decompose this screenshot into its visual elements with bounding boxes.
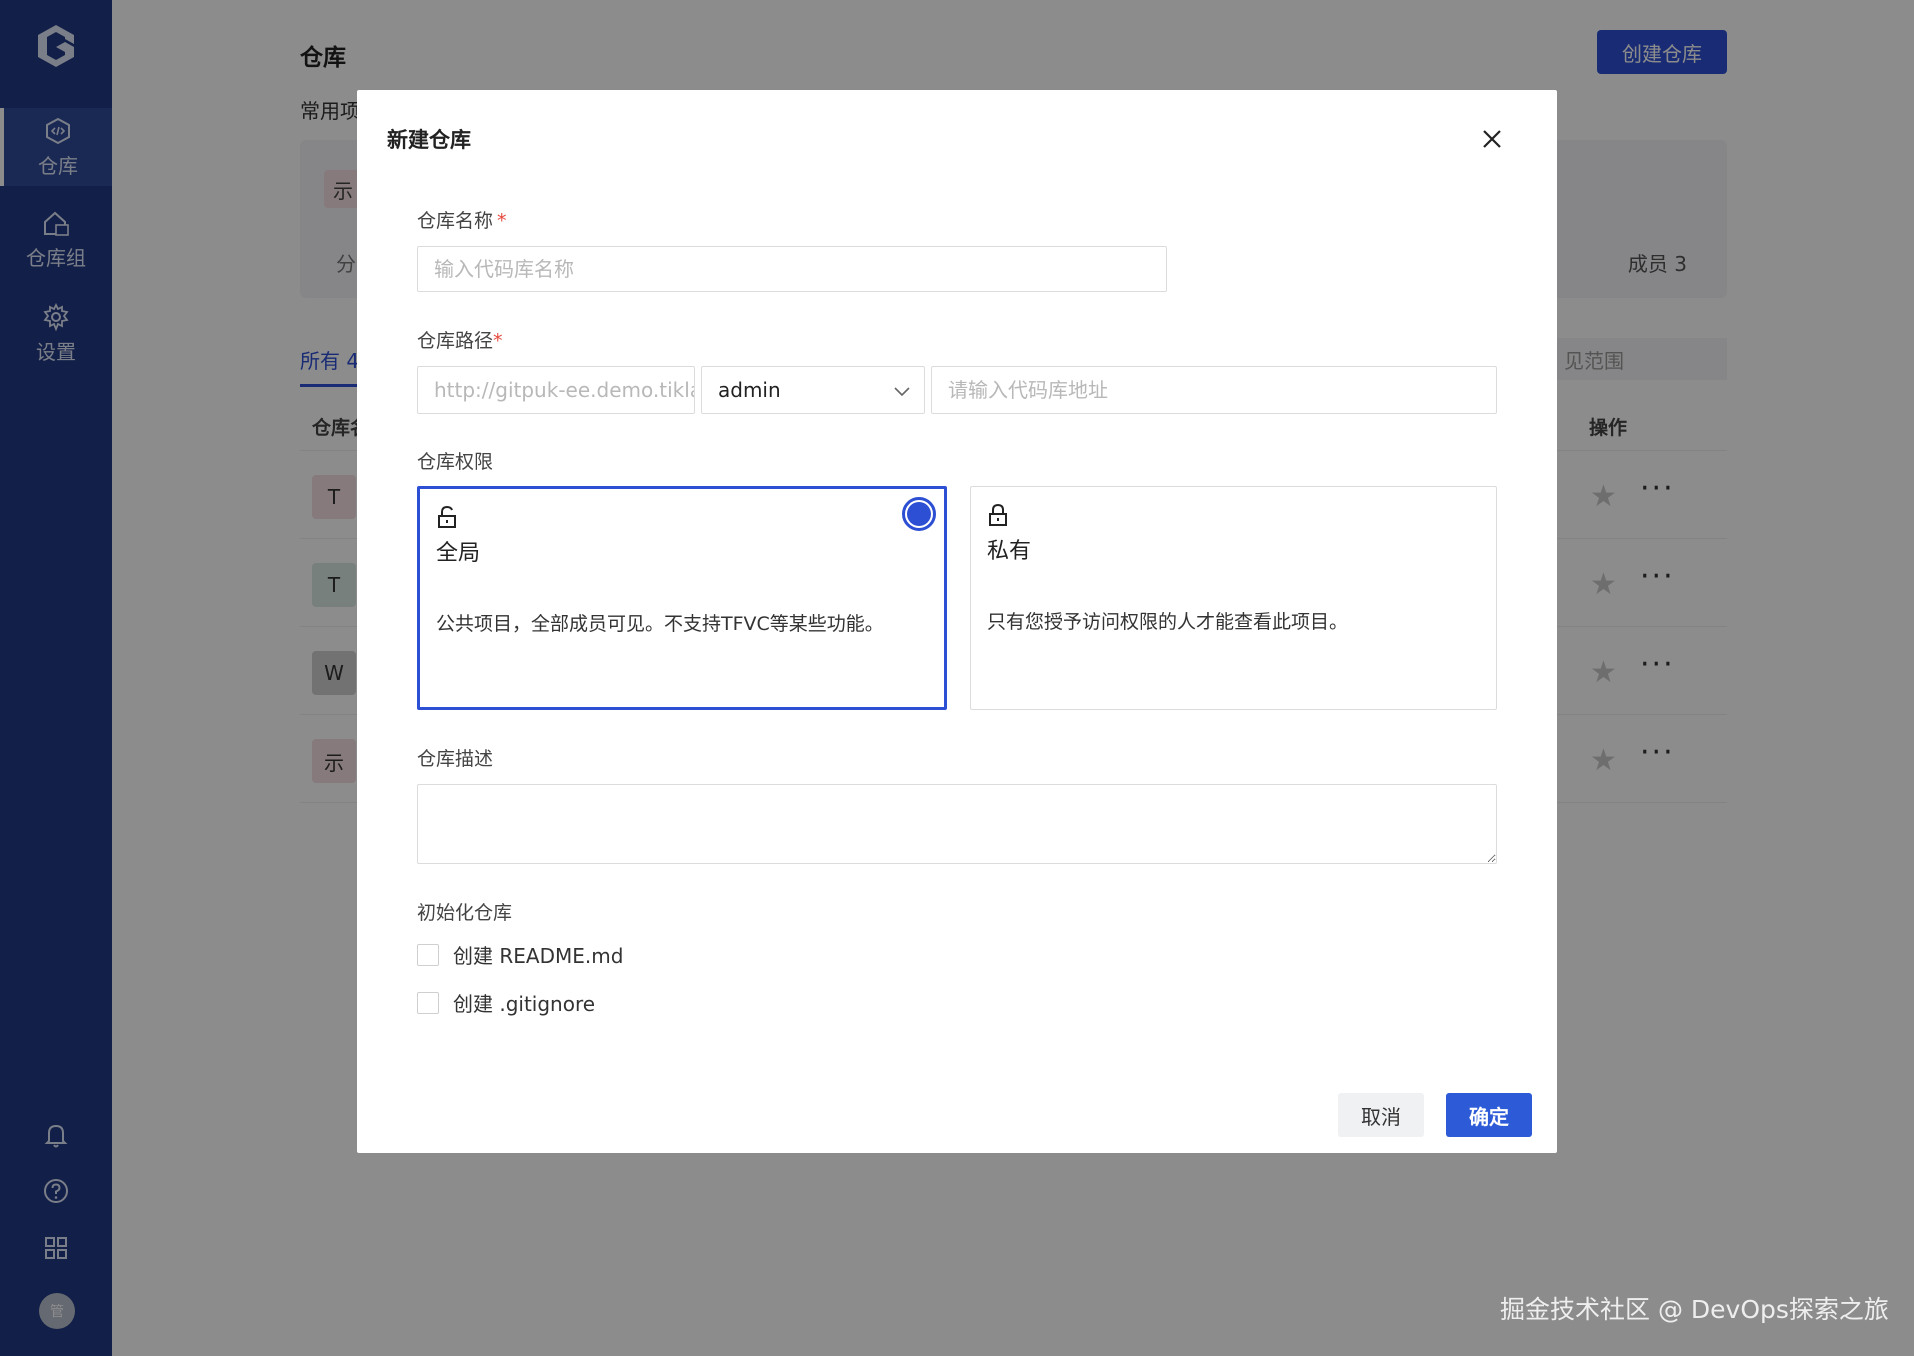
permission-description: 公共项目，全部成员可见。不支持TFVC等某些功能。 [436,613,884,635]
permission-title: 私有 [987,539,1032,564]
repo-path-input[interactable] [931,366,1497,414]
lock-icon [989,503,1007,526]
unlock-icon [438,505,456,528]
permission-public-card[interactable]: 全局 公共项目，全部成员可见。不支持TFVC等某些功能。 [417,486,947,710]
create-repo-modal: 新建仓库 仓库名称* 仓库路径* admin 仓库权限 全局 公共项目，全部成员… [357,90,1557,1153]
repo-name-label: 仓库名称 * [417,210,507,232]
radio-dot [907,502,931,526]
watermark: 掘金技术社区 @ DevOps探索之旅 [1500,1295,1889,1324]
radio-selected[interactable] [902,497,936,531]
required-mark: * [497,210,507,232]
chevron-down-icon [894,387,910,397]
cancel-button[interactable]: 取消 [1338,1093,1424,1137]
permission-title: 全局 [436,541,481,566]
close-icon[interactable] [1477,124,1507,154]
repo-path-prefix-input[interactable] [417,366,695,414]
permission-private-card[interactable]: 私有 只有您授予访问权限的人才能查看此项目。 [970,486,1497,710]
init-readme-checkbox-row[interactable]: 创建 README.md [417,940,623,969]
checkbox-label: 创建 .gitignore [453,992,596,1016]
repo-desc-label: 仓库描述 [417,748,494,770]
modal-title: 新建仓库 [387,128,471,152]
checkbox-label: 创建 README.md [453,944,624,968]
confirm-button[interactable]: 确定 [1446,1093,1532,1137]
gitignore-checkbox[interactable] [417,991,439,1014]
init-gitignore-checkbox-row[interactable]: 创建 .gitignore [417,988,595,1017]
repo-owner-select[interactable]: admin [701,366,925,414]
repo-desc-textarea[interactable] [417,784,1497,864]
readme-checkbox[interactable] [417,943,439,966]
repo-path-label: 仓库路径* [417,330,503,352]
init-repo-label: 初始化仓库 [417,902,513,924]
required-mark: * [493,330,503,352]
permission-description: 只有您授予访问权限的人才能查看此项目。 [987,611,1349,633]
repo-permission-label: 仓库权限 [417,451,494,473]
repo-name-input[interactable] [417,246,1167,292]
select-value: admin [718,378,781,402]
